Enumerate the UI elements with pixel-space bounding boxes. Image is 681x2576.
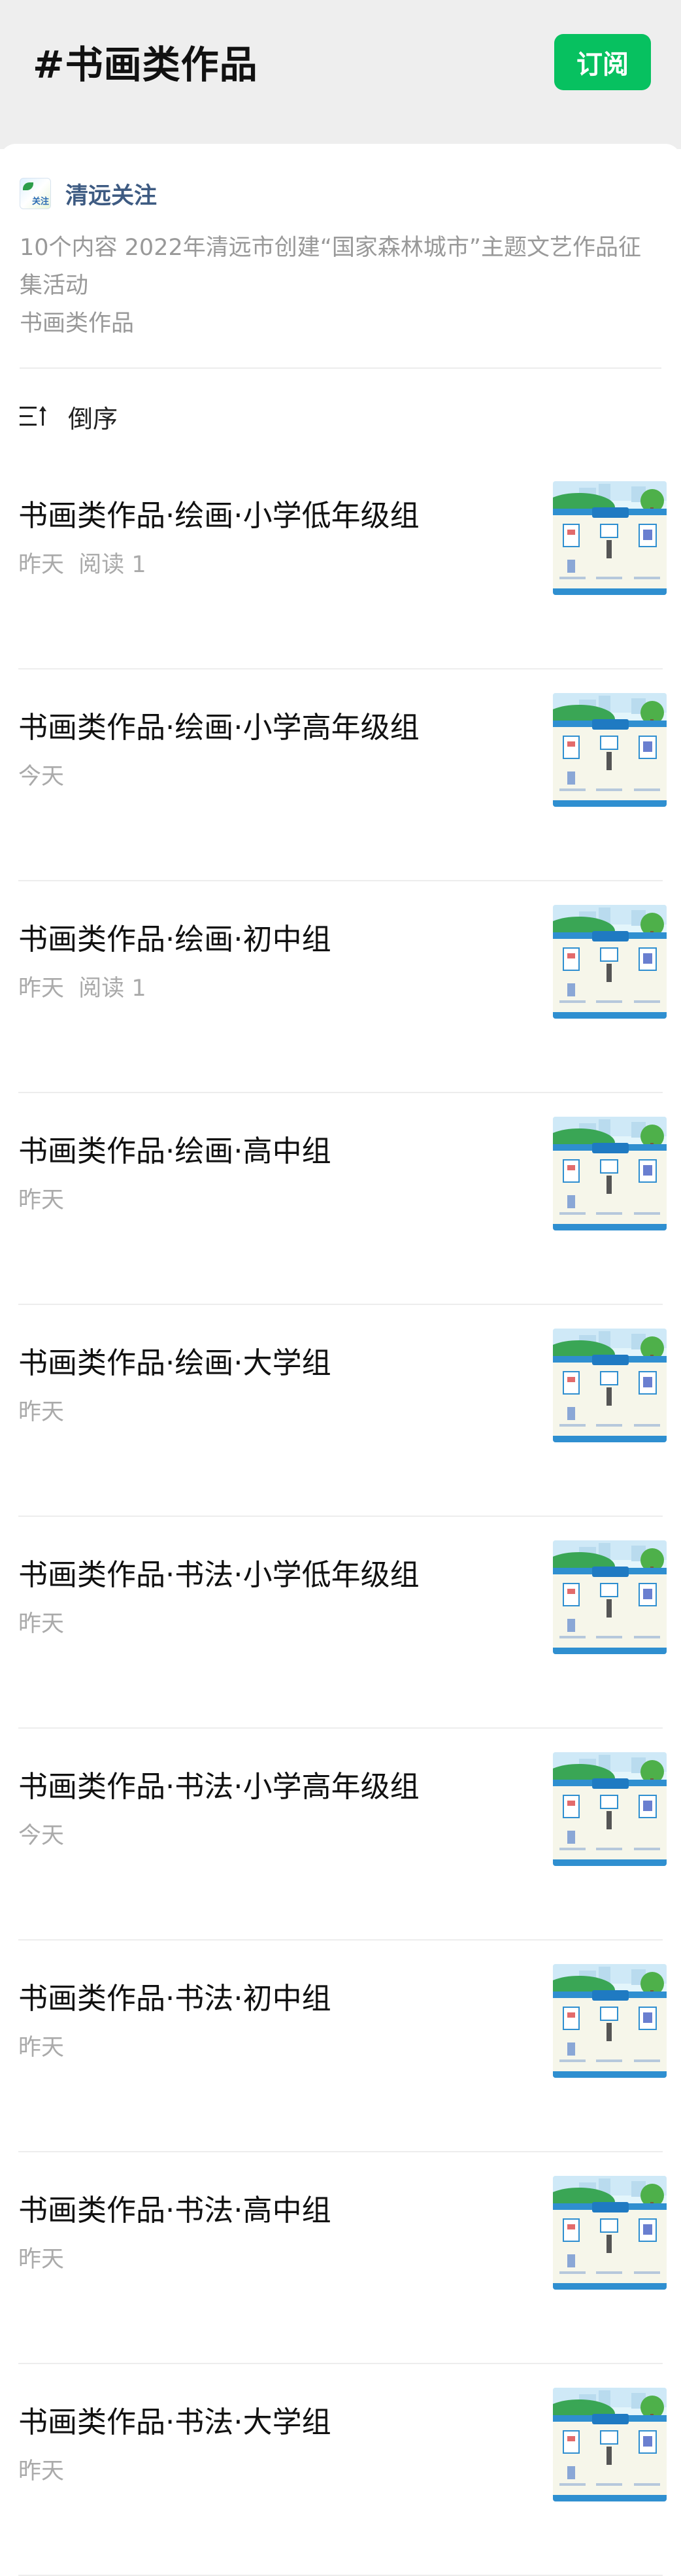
article-thumbnail[interactable] [553, 1329, 667, 1442]
article-item[interactable]: 书画类作品·书法·初中组昨天 [0, 1940, 681, 2152]
article-thumbnail[interactable] [553, 1117, 667, 1230]
album-sheet: 关注 清远关注 10个内容 2022年清远市创建“国家森林城市”主题文艺作品征集… [0, 144, 681, 2576]
article-meta: 昨天 [18, 2241, 64, 2274]
article-item[interactable]: 书画类作品·书法·小学高年级组今天 [0, 1729, 681, 1940]
article-date: 昨天 [18, 2035, 65, 2061]
article-date: 昨天 [18, 1611, 65, 1637]
article-meta: 今天 [18, 758, 64, 791]
article-date: 今天 [18, 764, 65, 790]
article-item[interactable]: 书画类作品·书法·大学组昨天 [0, 2364, 681, 2576]
article-thumbnail[interactable] [553, 693, 667, 807]
sort-toggle[interactable]: 倒序 [20, 392, 118, 441]
article-thumbnail[interactable] [553, 481, 667, 595]
article-thumbnail[interactable] [553, 2388, 667, 2501]
article-meta: 今天 [18, 1817, 64, 1850]
article-item[interactable]: 书画类作品·绘画·小学高年级组今天 [0, 669, 681, 881]
article-thumbnail[interactable] [553, 2176, 667, 2290]
divider [20, 367, 661, 369]
article-item[interactable]: 书画类作品·绘画·初中组昨天 阅读 1 [0, 881, 681, 1093]
article-date: 昨天 [18, 1399, 65, 1425]
article-item[interactable]: 书画类作品·绘画·大学组昨天 [0, 1305, 681, 1517]
subscribe-button[interactable]: 订阅 [554, 34, 651, 90]
top-bar: #书画类作品 订阅 [0, 0, 681, 149]
article-meta: 昨天 [18, 2029, 64, 2062]
article-meta: 昨天 [18, 1393, 64, 1427]
article-title[interactable]: 书画类作品·绘画·小学高年级组 [18, 703, 420, 746]
article-thumbnail[interactable] [553, 1752, 667, 1866]
article-meta: 昨天 阅读 1 [18, 970, 146, 1003]
album-category: 书画类作品 [20, 311, 135, 337]
article-thumbnail[interactable] [553, 1964, 667, 2078]
article-meta: 昨天 [18, 1181, 64, 1215]
article-meta: 昨天 阅读 1 [18, 546, 146, 579]
article-item[interactable]: 书画类作品·绘画·高中组昨天 [0, 1093, 681, 1305]
article-date: 昨天 [18, 975, 65, 1002]
article-title[interactable]: 书画类作品·绘画·小学低年级组 [18, 492, 420, 534]
article-item[interactable]: 书画类作品·绘画·小学低年级组昨天 阅读 1 [0, 458, 681, 669]
article-title[interactable]: 书画类作品·绘画·高中组 [18, 1127, 331, 1170]
article-thumbnail[interactable] [553, 905, 667, 1019]
article-title[interactable]: 书画类作品·绘画·初中组 [18, 915, 331, 958]
sort-label: 倒序 [68, 404, 118, 433]
article-list: 书画类作品·绘画·小学低年级组昨天 阅读 1 书画类作品·绘画·小学高年级组今天 [0, 458, 681, 2576]
article-title[interactable]: 书画类作品·书法·小学低年级组 [18, 1551, 420, 1593]
article-title[interactable]: 书画类作品·书法·大学组 [18, 2398, 331, 2441]
article-date: 今天 [18, 1823, 65, 1849]
page-title: #书画类作品 [33, 42, 258, 87]
article-title[interactable]: 书画类作品·书法·初中组 [18, 1974, 331, 2017]
article-title[interactable]: 书画类作品·书法·高中组 [18, 2186, 331, 2229]
article-date: 昨天 [18, 1187, 65, 1213]
sort-order-icon [20, 406, 46, 426]
account-logo-icon: 关注 [20, 178, 51, 209]
article-date: 昨天 [18, 2246, 65, 2273]
article-title[interactable]: 书画类作品·书法·小学高年级组 [18, 1763, 420, 1805]
article-meta: 昨天 [18, 2452, 64, 2486]
album-info: 关注 清远关注 10个内容 2022年清远市创建“国家森林城市”主题文艺作品征集… [20, 177, 660, 343]
account-name[interactable]: 清远关注 [65, 177, 157, 211]
article-read-count: 阅读 1 [78, 975, 146, 1002]
article-date: 昨天 [18, 552, 65, 578]
article-item[interactable]: 书画类作品·书法·高中组昨天 [0, 2152, 681, 2364]
article-meta: 昨天 [18, 1605, 64, 1638]
album-description: 10个内容 2022年清远市创建“国家森林城市”主题文艺作品征集活动 [20, 235, 642, 299]
article-date: 昨天 [18, 2458, 65, 2484]
article-read-count: 阅读 1 [78, 552, 146, 578]
article-item[interactable]: 书画类作品·书法·小学低年级组昨天 [0, 1517, 681, 1729]
article-thumbnail[interactable] [553, 1540, 667, 1654]
article-title[interactable]: 书画类作品·绘画·大学组 [18, 1339, 331, 1381]
account-row[interactable]: 关注 清远关注 [20, 177, 660, 211]
account-logo-text: 关注 [31, 197, 49, 207]
